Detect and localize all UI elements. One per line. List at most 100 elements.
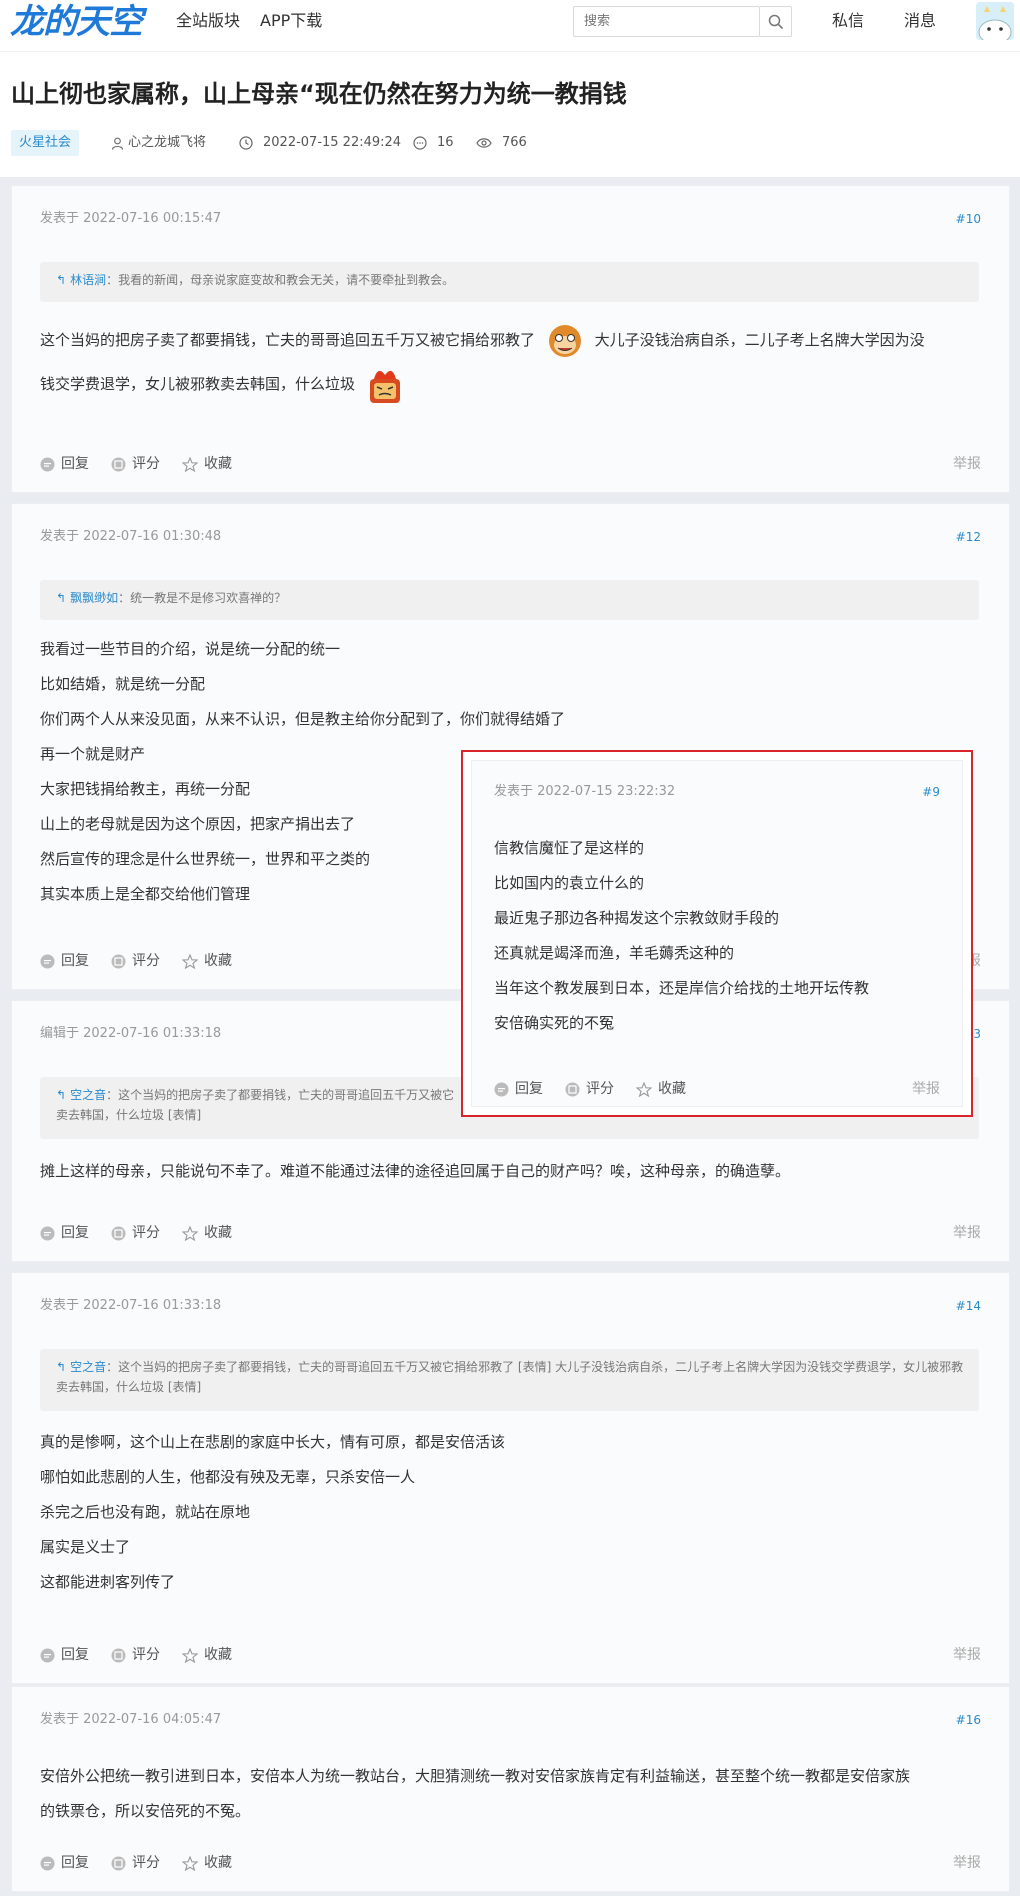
quote-user-link[interactable]: 林语涧: [70, 273, 106, 287]
reply-icon: [40, 1648, 55, 1662]
user-avatar[interactable]: [976, 2, 1014, 40]
post-time: 发表于 2022-07-16 01:33:18: [40, 1298, 222, 1313]
star-icon: [182, 456, 198, 472]
rate-button[interactable]: 评分: [111, 454, 160, 474]
post-text-line: 当年这个教发展到日本，还是岸信介给找的土地开坛传教: [494, 979, 870, 997]
search-input[interactable]: [574, 7, 754, 36]
post-actions: 回复 评分 收藏: [494, 1079, 686, 1099]
rate-icon: [111, 1856, 126, 1870]
rate-button[interactable]: 评分: [111, 1223, 160, 1243]
post-text: 这个当妈的把房子卖了都要捐钱，亡夫的哥哥追回五千万又被它捐给邪教了: [40, 331, 536, 349]
post-text: 钱交学费退学，女儿被邪教卖去韩国，什么垃圾: [40, 375, 356, 393]
post-actions: 回复 评分 收藏: [40, 454, 232, 474]
search-icon: [768, 14, 783, 29]
reply-button[interactable]: 回复: [494, 1079, 543, 1099]
report-link[interactable]: 举报: [953, 1645, 981, 1665]
post-text-line: 属实是义士了: [40, 1538, 131, 1556]
favorite-label: 收藏: [204, 1855, 232, 1871]
search-box: [573, 6, 760, 37]
post-text-line: 比如国内的袁立什么的: [494, 874, 645, 892]
search-button[interactable]: [760, 6, 792, 37]
reply-count: 16: [413, 130, 454, 156]
rate-icon: [111, 457, 126, 471]
post-body: 真的是惨啊，这个山上在悲剧的家庭中长大，情有可原，都是安倍活该 哪怕如此悲剧的人…: [40, 1425, 979, 1600]
favorite-label: 收藏: [204, 1225, 232, 1241]
rate-button[interactable]: 评分: [111, 1645, 160, 1665]
thread-datetime: 2022-07-15 22:49:24: [239, 130, 401, 156]
post-text-line: 真的是惨啊，这个山上在悲剧的家庭中长大，情有可原，都是安倍活该: [40, 1433, 506, 1451]
post-floor-link[interactable]: #10: [956, 210, 981, 228]
report-link[interactable]: 举报: [953, 1223, 981, 1243]
post-time: 发表于 2022-07-15 23:22:32: [494, 784, 676, 799]
post-text-line: 比如结婚，就是统一分配: [40, 675, 206, 693]
post-floor-link[interactable]: #16: [956, 1711, 981, 1729]
thread-author[interactable]: 心之龙城飞将: [111, 130, 206, 156]
post-time: 发表于 2022-07-16 04:05:47: [40, 1712, 222, 1727]
quoted-post-popup: 发表于 2022-07-15 23:22:32 #9 信教信魔怔了是这样的 比如…: [461, 750, 973, 1117]
reply-label: 回复: [61, 1647, 89, 1663]
favorite-label: 收藏: [204, 953, 232, 969]
favorite-button[interactable]: 收藏: [182, 1223, 232, 1243]
quote-text: 卖去韩国，什么垃圾 [表情]: [56, 1380, 202, 1394]
post-body: 摊上这样的母亲，只能说句不幸了。难道不能通过法律的途径追回属于自己的财产吗？唉，…: [40, 1154, 979, 1189]
reply-icon: [40, 457, 55, 471]
rate-button[interactable]: 评分: [565, 1079, 614, 1099]
post-floor-link[interactable]: #12: [956, 528, 981, 546]
rate-button[interactable]: 评分: [111, 951, 160, 971]
post-text-line: 还真就是竭泽而渔，羊毛薅秃这种的: [494, 944, 735, 962]
rate-button[interactable]: 评分: [111, 1853, 160, 1873]
favorite-button[interactable]: 收藏: [182, 1853, 232, 1873]
reply-icon: [40, 954, 55, 968]
site-logo[interactable]: 龙的天空: [10, 2, 143, 42]
quote-user-link[interactable]: 空之音: [70, 1360, 106, 1374]
quote-user-link[interactable]: 飘飘缈如: [70, 591, 118, 605]
nav-all-boards[interactable]: 全站版块: [176, 9, 240, 33]
reply-label: 回复: [61, 1855, 89, 1871]
reply-label: 回复: [61, 456, 89, 472]
category-tag[interactable]: 火星社会: [11, 130, 80, 156]
post-floor-link[interactable]: #9: [922, 783, 940, 801]
report-link[interactable]: 举报: [912, 1079, 940, 1099]
rate-label: 评分: [586, 1081, 614, 1097]
report-link[interactable]: 举报: [953, 454, 981, 474]
notifications-link[interactable]: 消息: [904, 9, 936, 33]
rate-icon: [111, 1648, 126, 1662]
reply-label: 回复: [515, 1081, 543, 1097]
favorite-label: 收藏: [658, 1081, 686, 1097]
favorite-button[interactable]: 收藏: [182, 1645, 232, 1665]
post-actions: 回复 评分 收藏: [40, 1853, 232, 1873]
reply-button[interactable]: 回复: [40, 951, 89, 971]
reply-button[interactable]: 回复: [40, 1645, 89, 1665]
reply-icon: [40, 1226, 55, 1240]
reply-arrow-icon: ↰: [56, 273, 67, 287]
thread-title: 山上彻也家属称，山上母亲“现在仍然在努力为统一教捐钱: [11, 80, 627, 108]
view-count: 766: [476, 130, 527, 156]
report-link[interactable]: 举报: [953, 1853, 981, 1873]
post-time: 发表于 2022-07-16 00:15:47: [40, 211, 222, 226]
quote-block: ↰ 空之音：这个当妈的把房子卖了都要捐钱，亡夫的哥哥追回五千万又被它捐给邪教了 […: [40, 1349, 979, 1411]
quote-user-link[interactable]: 空之音: [70, 1088, 106, 1102]
reply-button[interactable]: 回复: [40, 454, 89, 474]
rate-label: 评分: [132, 953, 160, 969]
reply-label: 回复: [61, 1225, 89, 1241]
reply-button[interactable]: 回复: [40, 1223, 89, 1243]
favorite-button[interactable]: 收藏: [636, 1079, 686, 1099]
post-body: 信教信魔怔了是这样的 比如国内的袁立什么的 最近鬼子那边各种揭发这个宗教敛财手段…: [494, 831, 932, 1041]
view-count-value: 766: [502, 135, 527, 150]
nav-app-download[interactable]: APP下载: [260, 9, 322, 33]
quote-text: ：统一教是不是修习欢喜禅的？: [118, 591, 287, 605]
favorite-button[interactable]: 收藏: [182, 951, 232, 971]
reply-arrow-icon: ↰: [56, 591, 67, 605]
post-actions: 回复 评分 收藏: [40, 1223, 232, 1243]
datetime-text: 2022-07-15 22:49:24: [263, 135, 402, 150]
private-messages-link[interactable]: 私信: [832, 9, 864, 33]
rate-label: 评分: [132, 1647, 160, 1663]
post-actions: 回复 评分 收藏: [40, 1645, 232, 1665]
rate-icon: [111, 1226, 126, 1240]
post-text-line: 安倍确实死的不冤: [494, 1014, 615, 1032]
reply-button[interactable]: 回复: [40, 1853, 89, 1873]
favorite-label: 收藏: [204, 456, 232, 472]
favorite-button[interactable]: 收藏: [182, 454, 232, 474]
rate-icon: [565, 1082, 580, 1096]
post-floor-link[interactable]: #14: [956, 1297, 981, 1315]
